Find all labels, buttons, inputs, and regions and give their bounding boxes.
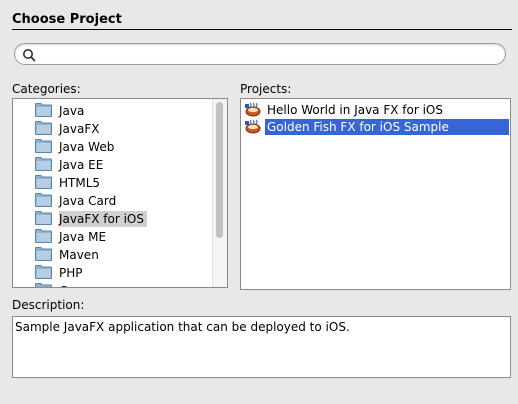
- project-item[interactable]: Hello World in Java FX for iOS: [241, 101, 510, 119]
- folder-icon: [35, 103, 52, 117]
- project-label: Hello World in Java FX for iOS: [267, 103, 443, 117]
- scrollbar-thumb[interactable]: [216, 102, 223, 238]
- folder-icon: [35, 229, 52, 243]
- category-label: Java Card: [59, 194, 117, 208]
- category-item[interactable]: PHP: [13, 263, 213, 281]
- category-label: Maven: [59, 248, 99, 262]
- category-item[interactable]: HTML5: [13, 173, 213, 191]
- categories-scrollbar[interactable]: [212, 99, 227, 287]
- folder-icon: [35, 283, 52, 287]
- folder-icon: [35, 175, 52, 189]
- categories-list[interactable]: Java JavaFX Java Web Java EE HTML5 Java Card J…: [12, 98, 228, 288]
- categories-label: Categories:: [12, 82, 81, 96]
- category-item[interactable]: Java: [13, 101, 213, 119]
- category-label: Java EE: [59, 158, 104, 172]
- folder-icon: [35, 193, 52, 207]
- description-text: Sample JavaFX application that can be de…: [12, 316, 511, 378]
- category-item[interactable]: Maven: [13, 245, 213, 263]
- category-label: Groovy: [59, 283, 102, 287]
- project-item[interactable]: Golden Fish FX for iOS Sample: [241, 118, 510, 136]
- description-label: Description:: [12, 298, 85, 312]
- category-label: Java ME: [59, 230, 107, 244]
- category-item[interactable]: Java Web: [13, 137, 213, 155]
- coffee-cup-project-icon: [245, 119, 261, 134]
- title-divider: [12, 29, 512, 30]
- category-item[interactable]: JavaFX: [13, 119, 213, 137]
- category-label: Java Web: [59, 140, 115, 154]
- folder-icon: [35, 247, 52, 261]
- folder-icon: [35, 139, 52, 153]
- project-label: Golden Fish FX for iOS Sample: [265, 119, 509, 135]
- category-item[interactable]: Groovy: [13, 281, 213, 287]
- category-item[interactable]: Java ME: [13, 227, 213, 245]
- folder-icon: [35, 157, 52, 171]
- folder-icon: [35, 265, 52, 279]
- coffee-cup-project-icon: [245, 102, 261, 117]
- search-icon: [23, 49, 36, 62]
- search-field[interactable]: [14, 43, 506, 65]
- category-label: Java: [59, 104, 85, 118]
- dialog-title: Choose Project: [12, 12, 122, 27]
- category-label: JavaFX: [59, 122, 100, 136]
- category-label: JavaFX for iOS: [59, 211, 147, 227]
- projects-list[interactable]: Hello World in Java FX for iOS Golden Fis…: [240, 98, 511, 290]
- category-label: PHP: [59, 266, 83, 280]
- folder-icon: [35, 211, 52, 225]
- category-label: HTML5: [59, 176, 101, 190]
- search-input[interactable]: [39, 45, 499, 63]
- projects-label: Projects:: [240, 82, 292, 96]
- category-item[interactable]: Java Card: [13, 191, 213, 209]
- category-item[interactable]: JavaFX for iOS: [13, 209, 213, 227]
- folder-icon: [35, 121, 52, 135]
- category-item[interactable]: Java EE: [13, 155, 213, 173]
